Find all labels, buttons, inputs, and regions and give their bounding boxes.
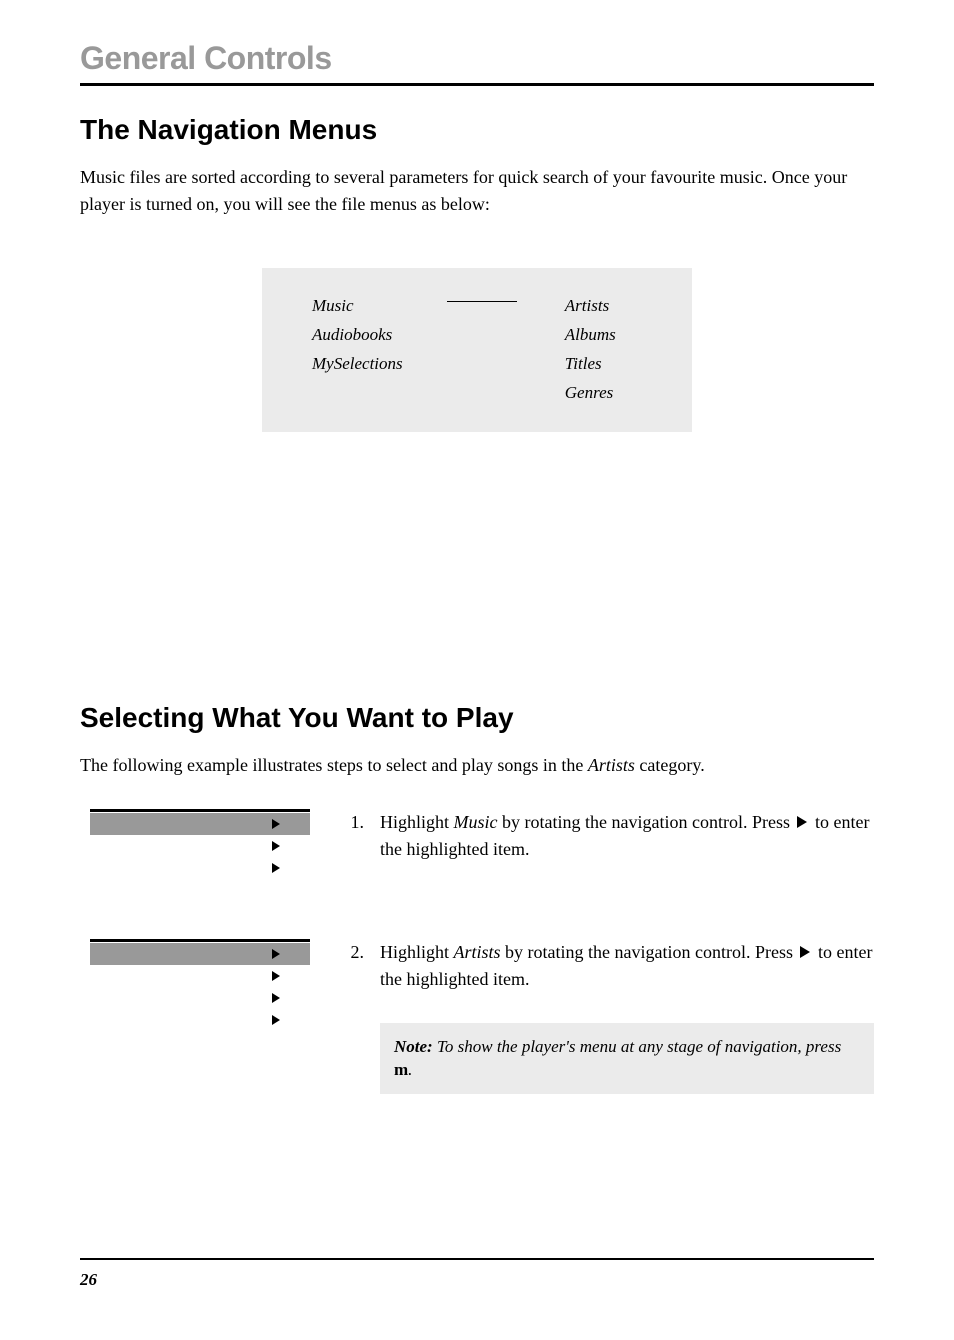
play-triangle-icon xyxy=(797,816,807,828)
connector-line xyxy=(447,301,517,302)
para2-suffix: category. xyxy=(635,755,705,775)
play-triangle-icon xyxy=(800,946,810,958)
device-screen-1 xyxy=(90,809,310,879)
step1-italic: Music xyxy=(454,812,498,832)
para2-prefix: The following example illustrates steps … xyxy=(80,755,588,775)
step2-italic: Artists xyxy=(454,942,501,962)
play-triangle-icon xyxy=(272,863,280,873)
menu-item-titles: Titles xyxy=(565,350,662,379)
play-triangle-icon xyxy=(272,819,280,829)
step-body-1: Highlight Music by rotating the navigati… xyxy=(380,809,874,863)
menu-item-genres: Genres xyxy=(565,379,662,408)
note-label: Note: xyxy=(394,1037,433,1056)
section-heading-navigation: The Navigation Menus xyxy=(80,114,874,146)
chapter-header: General Controls xyxy=(80,40,874,86)
device-screen-2 xyxy=(90,939,310,1031)
instruction-text-2: 2. Highlight Artists by rotating the nav… xyxy=(340,939,874,1095)
menu-item-music: Music xyxy=(312,292,448,321)
instruction-row-2: 2. Highlight Artists by rotating the nav… xyxy=(80,939,874,1095)
note-text-1: To show the player's menu at any stage o… xyxy=(433,1037,841,1056)
note-text-2: . xyxy=(408,1060,412,1079)
step1-prefix: Highlight xyxy=(380,812,454,832)
menu-column-left: Music Audiobooks MySelections xyxy=(312,292,448,379)
menu-column-right: Artists Albums Titles Genres xyxy=(565,292,662,408)
menu-diagram: Music Audiobooks MySelections Artists Al… xyxy=(262,268,692,432)
menu-item-myselections: MySelections xyxy=(312,350,448,379)
menu-item-audiobooks: Audiobooks xyxy=(312,321,448,350)
play-triangle-icon xyxy=(272,993,280,1003)
section1-paragraph: Music files are sorted according to seve… xyxy=(80,164,874,218)
page-footer: 26 xyxy=(80,1258,874,1290)
screen-row xyxy=(90,965,310,987)
step-number-2: 2. xyxy=(340,939,380,1095)
screen-row-highlighted xyxy=(90,943,310,965)
step2-prefix: Highlight xyxy=(380,942,454,962)
section-heading-selecting: Selecting What You Want to Play xyxy=(80,702,874,734)
menu-item-artists: Artists xyxy=(565,292,662,321)
page-number: 26 xyxy=(80,1270,874,1290)
screen-row xyxy=(90,857,310,879)
step-number-1: 1. xyxy=(340,809,380,863)
note-m-key: m xyxy=(394,1060,408,1079)
instruction-row-1: 1. Highlight Music by rotating the navig… xyxy=(80,809,874,879)
para2-italic: Artists xyxy=(588,755,635,775)
menu-item-albums: Albums xyxy=(565,321,662,350)
play-triangle-icon xyxy=(272,971,280,981)
play-triangle-icon xyxy=(272,1015,280,1025)
note-box: Note: To show the player's menu at any s… xyxy=(380,1023,874,1095)
screen-row-highlighted xyxy=(90,813,310,835)
screen-row xyxy=(90,987,310,1009)
play-triangle-icon xyxy=(272,841,280,851)
step-body-2: Highlight Artists by rotating the naviga… xyxy=(380,939,874,1095)
instruction-text-1: 1. Highlight Music by rotating the navig… xyxy=(340,809,874,863)
play-triangle-icon xyxy=(272,949,280,959)
step2-mid: by rotating the navigation control. Pres… xyxy=(501,942,798,962)
section2-paragraph: The following example illustrates steps … xyxy=(80,752,874,779)
screen-top-line xyxy=(90,939,310,942)
screen-row xyxy=(90,1009,310,1031)
screen-row xyxy=(90,835,310,857)
screen-top-line xyxy=(90,809,310,812)
step1-mid: by rotating the navigation control. Pres… xyxy=(498,812,795,832)
